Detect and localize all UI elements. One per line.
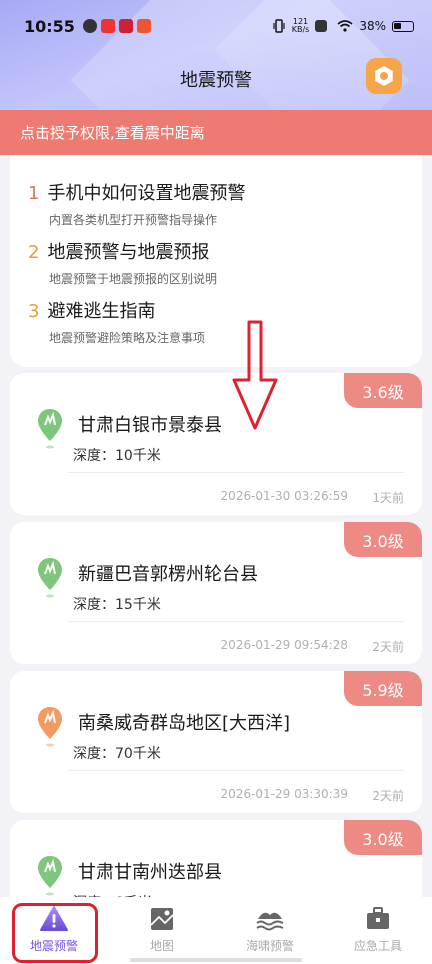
magnitude-badge: 3.6级 [344,373,422,408]
divider [68,770,404,771]
guide-title: 地震预警与地震预报 [47,242,210,263]
quake-location: 甘肃白银市景泰县 [78,415,222,436]
home-indicator[interactable] [130,958,302,962]
bottom-tab-bar: 地震预警 地图 海啸预警 应急工具 [0,897,432,964]
guide-item[interactable]: 1 手机中如何设置地震预警 内置各类机型打开预警指导操作 [28,179,404,228]
quake-ago: 2天前 [372,640,404,654]
quake-depth: 深度：70千米 [73,746,161,762]
battery-icon [392,20,414,32]
location-pin-icon [38,558,62,598]
earthquake-card[interactable]: 3.0级 新疆巴音郭楞州轮台县 深度：15千米 2026-01-29 09:54… [10,522,422,664]
guide-number: 2 [28,242,40,263]
warning-triangle-icon [40,906,68,931]
location-pin-icon [38,856,62,896]
earthquake-card[interactable]: 5.9级 南桑威奇群岛地区[大西洋] 深度：70千米 2026-01-29 03… [10,671,422,813]
tab-label: 地震预警 [29,939,78,953]
guide-title: 手机中如何设置地震预警 [47,183,246,204]
quake-ago: 1天前 [372,491,404,505]
guide-card: 1 手机中如何设置地震预警 内置各类机型打开预警指导操作 2 地震预警与地震预报… [10,155,422,367]
down-arrow-annotation [232,320,278,430]
map-icon [150,908,174,930]
tab-label: 应急工具 [353,939,402,953]
quake-time: 2026-01-30 03:26:59 [220,489,348,503]
tab-map[interactable]: 地图 [108,897,216,964]
tab-emergency-tools[interactable]: 应急工具 [324,897,432,964]
toolbox-icon [367,907,389,929]
quake-ago: 2天前 [372,789,404,803]
vibrate-icon [273,19,285,33]
tsunami-icon [256,912,284,931]
guide-number: 1 [28,183,40,204]
permission-banner[interactable]: 点击授予权限,查看震中距离 [0,110,432,155]
status-bar: 10:55 121 KB/s 38% [0,0,432,52]
magnitude-badge: 3.0级 [344,820,422,855]
guide-item[interactable]: 2 地震预警与地震预报 地震预警于地震预报的区别说明 [28,238,404,287]
guide-subtitle: 地震预警避险策略及注意事项 [49,331,206,345]
guide-subtitle: 地震预警于地震预报的区别说明 [49,272,218,286]
mail-icon [118,19,133,33]
nfc-icon [315,20,328,32]
divider [68,621,404,622]
app-notification-icon [82,19,97,33]
app-notification-icon [100,19,115,33]
magnitude-badge: 3.0级 [344,522,422,557]
settings-icon [375,66,393,86]
location-pin-icon [38,409,62,449]
quake-location: 新疆巴音郭楞州轮台县 [78,564,258,585]
quake-time: 2026-01-29 03:30:39 [220,787,348,801]
quake-depth: 深度：10千米 [73,448,161,464]
quake-location: 南桑威奇群岛地区[大西洋] [78,713,291,734]
battery-percent: 38% [359,19,386,33]
quake-depth: 深度：15千米 [73,597,161,613]
status-time: 10:55 [24,16,75,36]
tab-label: 海啸预警 [245,939,294,953]
app-notification-icon [136,19,151,33]
quake-location: 甘肃甘南州迭部县 [78,862,222,883]
settings-button[interactable] [366,58,402,94]
divider [68,472,404,473]
tab-label: 地图 [149,939,174,953]
wifi-icon [337,20,353,32]
tab-earthquake-warning[interactable]: 地震预警 [0,897,108,964]
earthquake-card[interactable]: 3.6级 甘肃白银市景泰县 深度：10千米 2026-01-30 03:26:5… [10,373,422,515]
guide-item[interactable]: 3 避难逃生指南 地震预警避险策略及注意事项 [28,297,404,346]
location-pin-icon [38,707,62,747]
permission-banner-text: 点击授予权限,查看震中距离 [20,124,205,142]
magnitude-badge: 5.9级 [344,671,422,706]
guide-title: 避难逃生指南 [47,301,156,322]
guide-number: 3 [28,301,40,322]
network-speed: 121 KB/s [291,17,310,34]
quake-time: 2026-01-29 09:54:28 [220,638,348,652]
guide-subtitle: 内置各类机型打开预警指导操作 [49,213,218,227]
tab-tsunami-warning[interactable]: 海啸预警 [216,897,324,964]
